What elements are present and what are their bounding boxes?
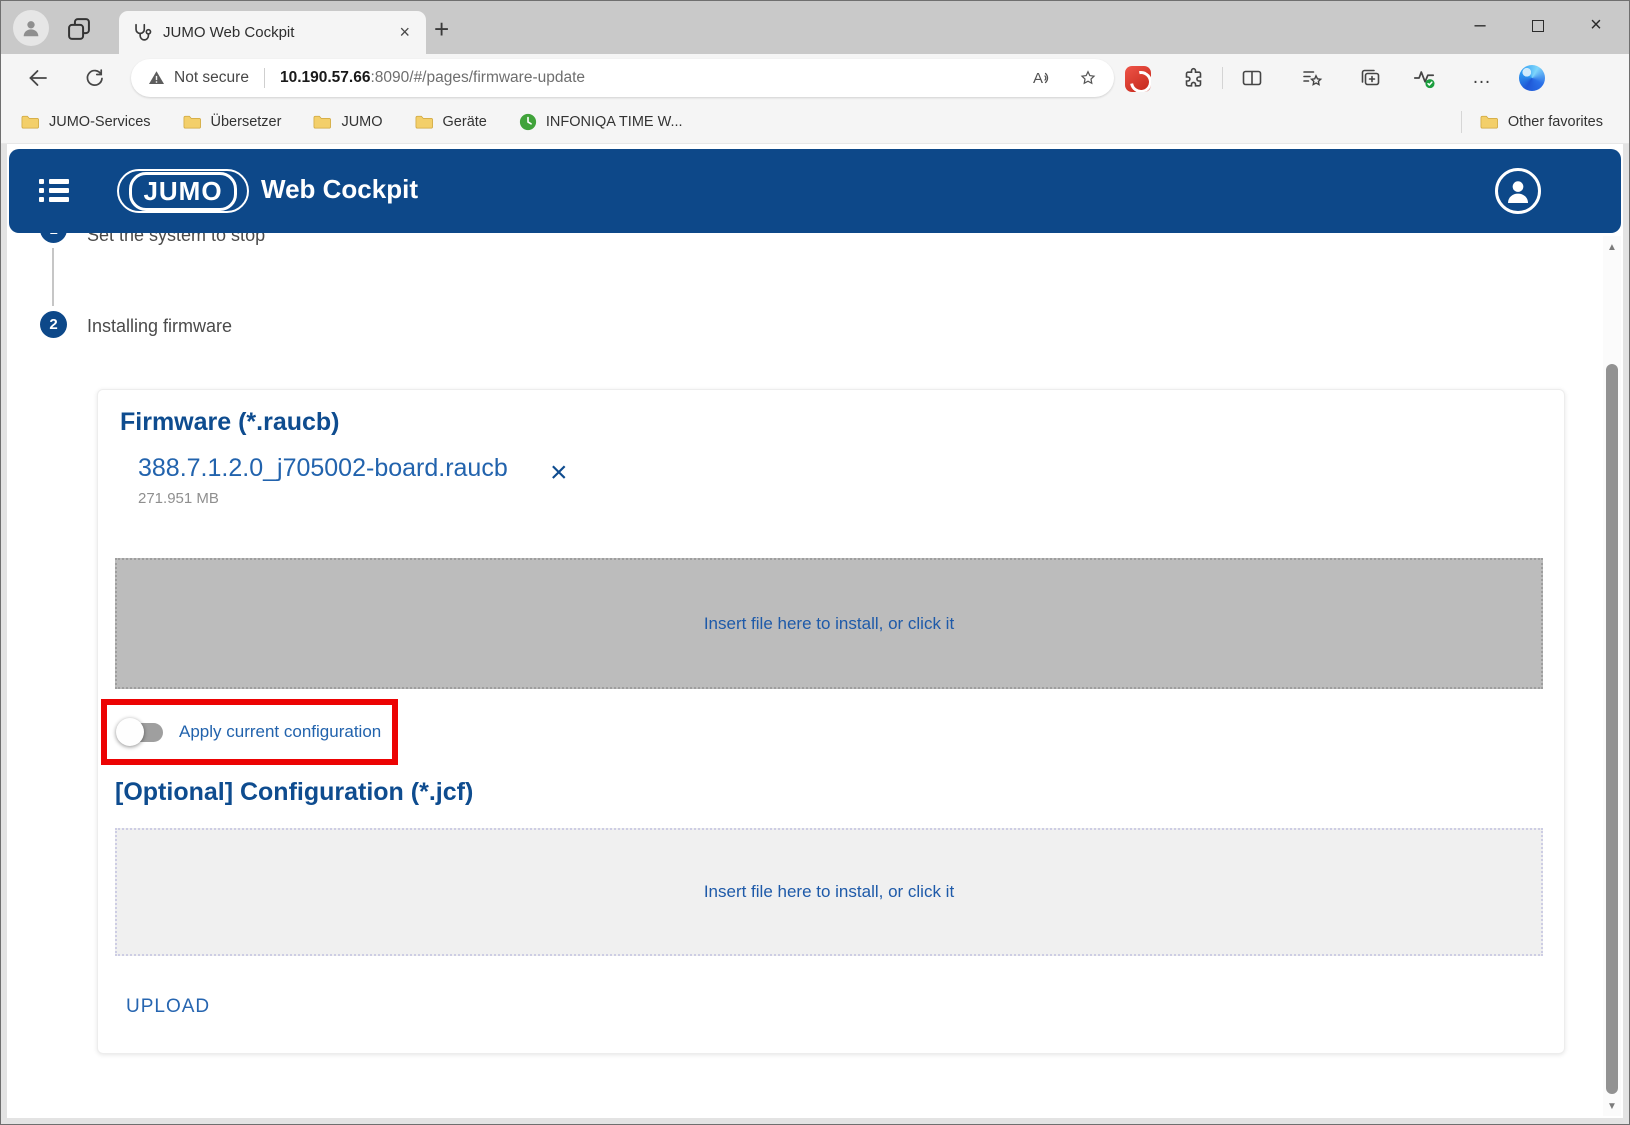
config-dropzone-text: Insert file here to install, or click it <box>704 882 954 902</box>
firmware-file-name: 388.7.1.2.0_j705002-board.raucb <box>138 454 508 483</box>
step-2-circle[interactable]: 2 <box>40 311 67 338</box>
clock-icon <box>519 113 537 131</box>
firmware-card: Firmware (*.raucb) 388.7.1.2.0_j705002-b… <box>97 389 1565 1054</box>
address-divider <box>264 68 265 88</box>
upload-button[interactable]: UPLOAD <box>126 996 210 1018</box>
browser-profile-button[interactable] <box>13 10 49 46</box>
apply-config-toggle-label[interactable]: Apply current configuration <box>179 722 381 742</box>
bookmark-jumo-services[interactable]: JUMO-Services <box>21 114 151 130</box>
new-tab-button[interactable]: + <box>434 14 449 45</box>
firmware-dropzone[interactable]: Insert file here to install, or click it <box>115 558 1543 689</box>
tab-title: JUMO Web Cockpit <box>163 24 395 41</box>
collections-icon[interactable] <box>1357 65 1383 91</box>
url-host: 10.190.57.66 <box>280 69 371 87</box>
app-title: Web Cockpit <box>261 174 418 205</box>
browser-toolbar: Not secure 10.190.57.66 :8090/#/pages/fi… <box>1 54 1629 101</box>
bookmarks-divider <box>1461 111 1462 133</box>
scroll-down-icon[interactable]: ▼ <box>1603 1101 1621 1112</box>
tab-favicon-stethoscope-icon <box>131 22 153 44</box>
bookmark-uebersetzer[interactable]: Übersetzer <box>183 114 282 130</box>
other-favorites[interactable]: Other favorites <box>1480 114 1603 130</box>
maximize-icon <box>1532 20 1544 32</box>
browser-essentials-icon[interactable] <box>1411 65 1437 91</box>
bookmark-geraete[interactable]: Geräte <box>415 114 487 130</box>
user-avatar-icon[interactable] <box>1495 168 1541 214</box>
toolbar-divider <box>1222 67 1223 89</box>
extensions-puzzle-icon[interactable] <box>1181 65 1207 91</box>
folder-icon <box>415 114 434 130</box>
refresh-button[interactable] <box>81 65 107 91</box>
url-path: :8090/#/pages/firmware-update <box>370 69 585 87</box>
copilot-icon[interactable] <box>1519 65 1545 91</box>
folder-icon <box>21 114 40 130</box>
folder-icon <box>183 114 202 130</box>
bookmark-jumo[interactable]: JUMO <box>313 114 382 130</box>
step-connector-line <box>52 248 54 306</box>
toggle-knob <box>116 718 144 746</box>
page-content: JUMO Web Cockpit 1 Set the system to sto… <box>7 144 1623 1118</box>
red-extension-icon[interactable] <box>1125 66 1151 92</box>
folder-icon <box>313 114 332 130</box>
window-titlebar: JUMO Web Cockpit × + – × <box>1 1 1629 54</box>
browser-tab[interactable]: JUMO Web Cockpit × <box>119 11 426 54</box>
address-bar[interactable]: Not secure 10.190.57.66 :8090/#/pages/fi… <box>131 59 1114 97</box>
favorites-bar-icon[interactable] <box>1299 65 1325 91</box>
settings-more-icon[interactable]: … <box>1469 65 1495 91</box>
jumo-logo: JUMO <box>117 169 249 213</box>
firmware-dropzone-text: Insert file here to install, or click it <box>704 614 954 634</box>
firmware-file-size: 271.951 MB <box>138 490 219 507</box>
browser-window: JUMO Web Cockpit × + – × <box>0 0 1630 1125</box>
red-annotation-box: Apply current configuration <box>101 699 398 765</box>
window-maximize-button[interactable] <box>1509 1 1567 50</box>
step-2-label[interactable]: Installing firmware <box>87 316 232 337</box>
app-header: JUMO Web Cockpit <box>9 149 1621 233</box>
menu-hamburger-icon[interactable] <box>39 179 69 206</box>
window-controls: – × <box>1451 1 1625 50</box>
page-scrollbar[interactable]: ▲ ▼ <box>1603 236 1621 1116</box>
config-heading: [Optional] Configuration (*.jcf) <box>115 778 473 807</box>
config-dropzone[interactable]: Insert file here to install, or click it <box>115 828 1543 956</box>
not-secure-label[interactable]: Not secure <box>174 69 249 87</box>
window-close-button[interactable]: × <box>1567 1 1625 50</box>
apply-config-toggle[interactable] <box>119 723 163 742</box>
folder-icon <box>1480 114 1499 130</box>
read-aloud-icon[interactable]: A <box>1033 70 1052 87</box>
bookmarks-bar: JUMO-Services Übersetzer JUMO <box>1 101 1629 144</box>
remove-file-icon[interactable]: × <box>550 456 568 490</box>
favorite-star-icon[interactable] <box>1078 68 1098 88</box>
back-button[interactable] <box>25 65 51 91</box>
scroll-up-icon[interactable]: ▲ <box>1603 242 1621 253</box>
bookmark-infoniqa[interactable]: INFONIQA TIME W... <box>519 113 683 131</box>
split-screen-icon[interactable] <box>1239 65 1265 91</box>
workspaces-icon[interactable] <box>65 15 93 43</box>
not-secure-warning-icon <box>147 69 166 87</box>
profile-avatar-icon <box>20 17 42 39</box>
tab-close-icon[interactable]: × <box>395 22 414 43</box>
firmware-heading: Firmware (*.raucb) <box>120 408 340 437</box>
scrollbar-thumb[interactable] <box>1606 364 1618 1094</box>
window-minimize-button[interactable]: – <box>1451 1 1509 50</box>
